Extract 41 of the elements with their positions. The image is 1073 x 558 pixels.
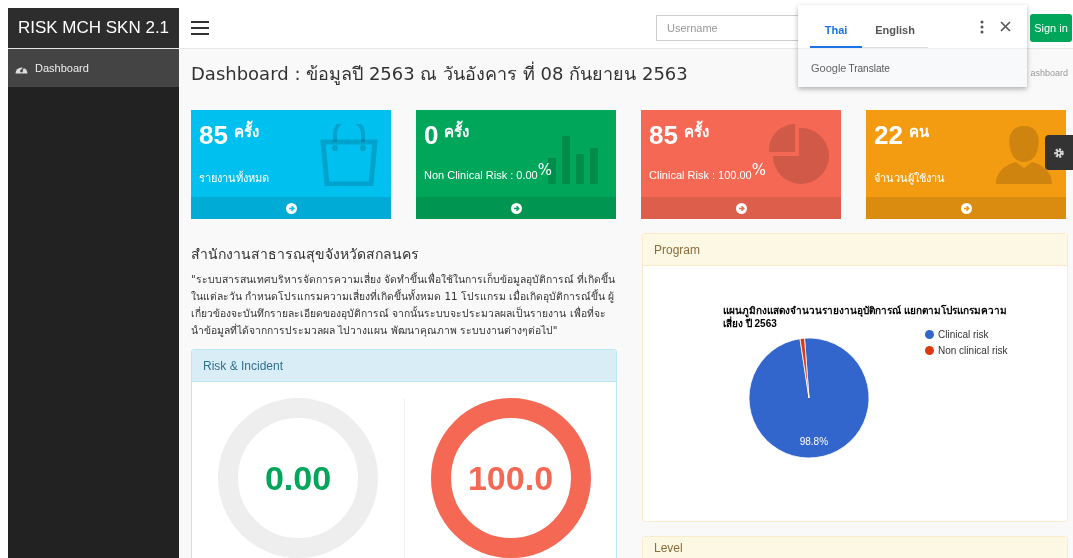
percent-sign: % [537, 161, 552, 179]
page-title: Dashboard : ข้อมูลปี 2563 ณ วันอังคาร ที่ 08 กันยายน 2563 [191, 60, 688, 87]
arrow-circle-icon [960, 202, 972, 214]
organization-title: สำนักงานสาธารณสุขจังหวัดสกลนคร [191, 245, 420, 265]
stat-label: Non Clinical Risk : 0.00 [424, 169, 538, 181]
stat-label: Clinical Risk : 100.00 [649, 169, 752, 181]
pie-chart-icon [769, 124, 829, 186]
stat-value: 22 [874, 120, 903, 151]
sidebar-item[interactable]: Dashboard [8, 49, 179, 87]
panel-title: Program [643, 234, 1067, 266]
description-text: "ระบบสารสนเทศบริหารจัดการความเสี่ยง จัดทำขึ้นเพื่อใช้ในการเก็บข้อมูลอุบัติการณ์ ที่เกิดขึ้นในแต่ละวัน กำหนดโปรแกรมความเสี่ยงที่เกิดขึ้นทั้งหมด 11 โปรแกรม เมื่อเกิดอุบัติการณ์ขึ้น ผู้เกี่ยวข้องจะบันทึกรายละเอียดของอุบัติการณ์ จากนั้นระบบจะประมวลผลเป็นรายงาน เพื่อที่จะนำข้อมูลที่ได้จากการประมวลผล ไปวางแผน พัฒนาคุณภาพ ระบบงานต่างๆต่อไป" [191, 271, 617, 339]
language-tab[interactable]: English [862, 13, 928, 48]
arrow-circle-icon [735, 202, 747, 214]
slice-label: 98.8% [799, 435, 829, 447]
chart-title: แผนภูมิกงแสดงจำนวนรายงานอุบัติการณ์ แยกตามโปรแกรมความเสี่ยง ปี 2563 [723, 304, 1008, 330]
app-logo[interactable]: RISK MCH SKN 2.1 [8, 8, 179, 48]
legend-label: Non clinical risk [938, 345, 1008, 356]
stat-unit: ครั้ง [444, 120, 470, 144]
legend-dot [925, 330, 934, 339]
stat-unit: คน [908, 122, 929, 143]
gauge-value: 0.00 [264, 458, 332, 498]
panel-title: Level [643, 537, 1067, 558]
stat-value: 85 [649, 120, 678, 151]
arrow-circle-icon [285, 202, 297, 214]
stat-unit: ครั้ง [233, 120, 259, 144]
stat-unit: ครั้ง [683, 120, 709, 144]
person-icon [994, 124, 1054, 186]
stat-value: 85 [199, 120, 228, 151]
stat-label: จำนวนผู้ใช้งาน [874, 171, 945, 187]
arrow-circle-icon [510, 202, 522, 214]
stat-label: รายงานทั้งหมด [199, 170, 269, 186]
settings-icon[interactable] [1045, 135, 1073, 170]
translate-label: Translate [848, 62, 890, 74]
legend-dot [925, 346, 934, 355]
google-wordmark: Google [811, 62, 847, 74]
bag-icon [319, 124, 379, 186]
percent-sign: % [751, 161, 766, 179]
legend-label: Clinical risk [938, 329, 989, 340]
gauge-value: 100.0 [467, 458, 554, 498]
stat-value: 0 [424, 120, 439, 151]
panel-title: Risk & Incident [192, 350, 616, 382]
